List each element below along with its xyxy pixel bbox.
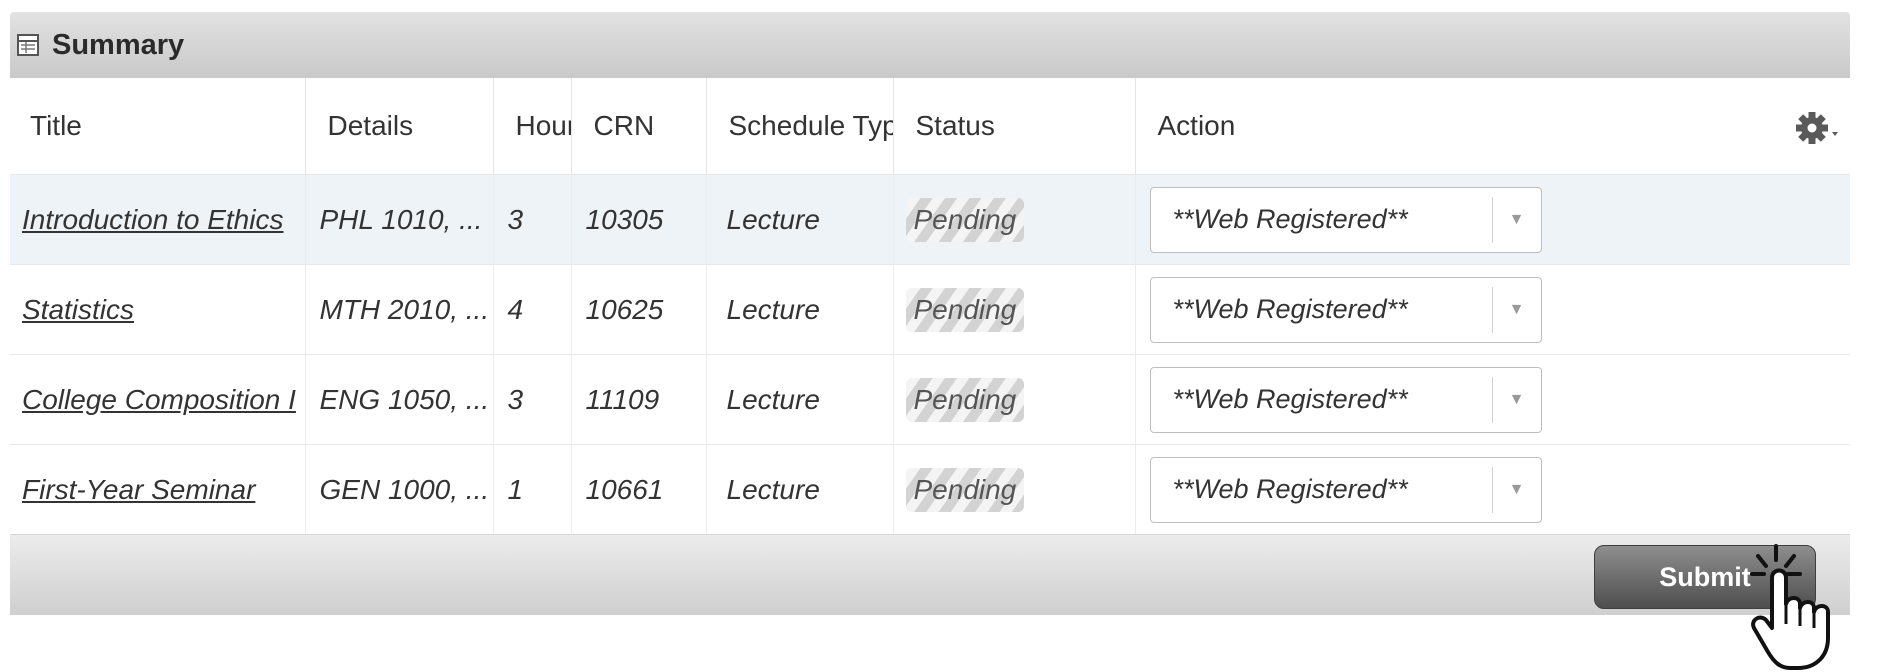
course-title-cell: First-Year Seminar bbox=[10, 444, 306, 534]
action-cell: **Web Registered** ▼ bbox=[1135, 444, 1850, 534]
status-badge: Pending bbox=[905, 287, 1025, 332]
table-row[interactable]: Statistics MTH 2010, ... 4 10625 Lecture… bbox=[10, 264, 1850, 355]
action-select-value: **Web Registered** bbox=[1172, 384, 1408, 414]
schedule-type-cell: Lecture bbox=[706, 174, 894, 265]
hours-cell: 4 bbox=[493, 264, 572, 355]
summary-table: Title Details Hours CRN Schedule Type St… bbox=[10, 78, 1850, 534]
column-header-details[interactable]: Details bbox=[305, 78, 494, 175]
course-title-link[interactable]: First-Year Seminar bbox=[22, 474, 255, 505]
crn-cell: 11109 bbox=[571, 354, 707, 445]
hours-cell: 3 bbox=[493, 354, 572, 445]
crn-cell: 10625 bbox=[571, 264, 707, 355]
course-title-cell: College Composition I bbox=[10, 354, 306, 445]
column-header-action-label[interactable]: Action bbox=[1158, 110, 1236, 141]
details-cell: ENG 1050, ... bbox=[305, 354, 494, 445]
status-badge: Pending bbox=[905, 377, 1025, 422]
action-select-value: **Web Registered** bbox=[1172, 204, 1408, 234]
action-select-value: **Web Registered** bbox=[1172, 474, 1408, 504]
panel-footer: Submit bbox=[10, 534, 1850, 615]
details-cell: PHL 1010, ... bbox=[305, 174, 494, 265]
chevron-down-icon[interactable]: ▼ bbox=[1491, 196, 1541, 243]
status-cell: Pending bbox=[893, 354, 1136, 445]
panel-header: Summary bbox=[10, 12, 1850, 78]
action-select[interactable]: **Web Registered** ▼ bbox=[1149, 366, 1542, 433]
action-cell: **Web Registered** ▼ bbox=[1135, 264, 1850, 355]
hours-cell: 1 bbox=[493, 444, 572, 534]
status-badge: Pending bbox=[905, 467, 1025, 512]
course-title-cell: Statistics bbox=[10, 264, 306, 355]
column-header-schedule-type[interactable]: Schedule Type bbox=[706, 78, 894, 175]
column-header-crn[interactable]: CRN bbox=[571, 78, 707, 175]
action-cell: **Web Registered** ▼ bbox=[1135, 354, 1850, 445]
status-badge: Pending bbox=[905, 197, 1025, 242]
crn-cell: 10661 bbox=[571, 444, 707, 534]
action-cell: **Web Registered** ▼ bbox=[1135, 174, 1850, 265]
status-cell: Pending bbox=[893, 174, 1136, 265]
column-header-status[interactable]: Status bbox=[893, 78, 1136, 175]
summary-panel: Summary Title Details Hours CRN Schedule… bbox=[10, 12, 1850, 615]
status-cell: Pending bbox=[893, 444, 1136, 534]
action-select[interactable]: **Web Registered** ▼ bbox=[1149, 186, 1542, 253]
details-cell: MTH 2010, ... bbox=[305, 264, 494, 355]
column-header-action: Action bbox=[1135, 78, 1850, 175]
submit-button[interactable]: Submit bbox=[1594, 545, 1816, 609]
chevron-down-icon[interactable]: ▼ bbox=[1491, 286, 1541, 333]
details-cell: GEN 1000, ... bbox=[305, 444, 494, 534]
course-title-cell: Introduction to Ethics bbox=[10, 174, 306, 265]
schedule-type-cell: Lecture bbox=[706, 264, 894, 355]
table-row[interactable]: Introduction to Ethics PHL 1010, ... 3 1… bbox=[10, 174, 1850, 265]
action-select[interactable]: **Web Registered** ▼ bbox=[1149, 276, 1542, 343]
column-header-hours[interactable]: Hours bbox=[493, 78, 572, 175]
course-title-link[interactable]: Statistics bbox=[22, 294, 134, 325]
action-select-value: **Web Registered** bbox=[1172, 294, 1408, 324]
course-title-link[interactable]: College Composition I bbox=[22, 384, 296, 415]
schedule-type-cell: Lecture bbox=[706, 444, 894, 534]
schedule-type-cell: Lecture bbox=[706, 354, 894, 445]
status-cell: Pending bbox=[893, 264, 1136, 355]
column-header-title[interactable]: Title bbox=[10, 78, 306, 175]
chevron-down-icon[interactable]: ▼ bbox=[1491, 466, 1541, 513]
hours-cell: 3 bbox=[493, 174, 572, 265]
chevron-down-icon[interactable]: ▼ bbox=[1491, 376, 1541, 423]
header-row: Title Details Hours CRN Schedule Type St… bbox=[10, 78, 1850, 175]
table-icon bbox=[17, 34, 39, 56]
panel-title: Summary bbox=[52, 28, 185, 61]
gear-icon[interactable] bbox=[1794, 108, 1840, 148]
action-select[interactable]: **Web Registered** ▼ bbox=[1149, 456, 1542, 523]
crn-cell: 10305 bbox=[571, 174, 707, 265]
table-row[interactable]: First-Year Seminar GEN 1000, ... 1 10661… bbox=[10, 444, 1850, 534]
table-row[interactable]: College Composition I ENG 1050, ... 3 11… bbox=[10, 354, 1850, 445]
course-title-link[interactable]: Introduction to Ethics bbox=[22, 204, 283, 235]
